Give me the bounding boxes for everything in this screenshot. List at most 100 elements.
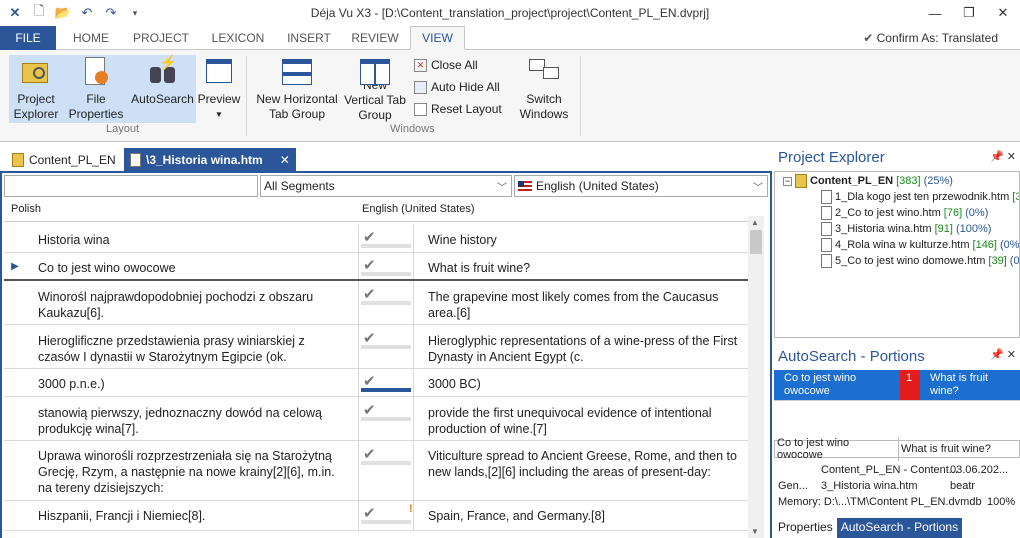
autosearch-result[interactable]: Co to jest wino owocowe 1 What is fruit …: [774, 370, 1020, 400]
restore-button[interactable]: ❐: [952, 0, 986, 26]
status-cell: ✔: [358, 253, 414, 279]
warning-icon: !: [409, 503, 413, 515]
status-cell: ✔!: [358, 501, 414, 530]
tab-home[interactable]: HOME: [62, 26, 120, 50]
tree-file-item[interactable]: 3_Historia wina.htm [91] (100%): [821, 222, 991, 236]
tab-review[interactable]: REVIEW: [344, 26, 406, 50]
ribbon: Project Explorer File Properties ⚡ AutoS…: [0, 50, 1020, 142]
ribbon-tabs: FILE HOME PROJECT LEXICON INSERT REVIEW …: [0, 26, 1020, 50]
status-cell: ✔: [358, 225, 414, 252]
tab-lexicon[interactable]: LEXICON: [202, 26, 274, 50]
close-tab-icon[interactable]: ✕: [280, 153, 290, 167]
tab-autosearch-portions[interactable]: AutoSearch - Portions: [836, 518, 963, 538]
group-separator: [246, 56, 247, 136]
file-properties-button[interactable]: File Properties: [63, 55, 129, 123]
status-cell: ✔: [358, 397, 414, 440]
document-icon: [821, 206, 832, 220]
status-cell: ✔: [358, 325, 414, 368]
scroll-down-icon[interactable]: ▼: [751, 527, 759, 536]
reset-layout-button[interactable]: Reset Layout: [414, 102, 502, 116]
title-bar: ✕ 🗋 📂 ↶ ↷ ▾ Déja Vu X3 - [D:\Content_tra…: [0, 0, 1020, 26]
minimize-button[interactable]: —: [918, 0, 952, 26]
auto-hide-icon: [414, 80, 427, 94]
project-explorer-button[interactable]: Project Explorer: [9, 55, 63, 123]
match-bar: [361, 301, 411, 305]
tab-project[interactable]: PROJECT: [126, 26, 196, 50]
autosearch-target: What is fruit wine?: [920, 370, 1020, 400]
tab-project-document[interactable]: Content_PL_EN: [6, 148, 122, 172]
status-cell: ✔: [358, 369, 414, 396]
tab-file[interactable]: FILE: [0, 26, 56, 50]
tree-file-item[interactable]: 2_Co to jest wino.htm [76] (0%): [821, 206, 988, 220]
autosearch-header: AutoSearch - Portions 📌 ✕: [774, 344, 1020, 368]
scroll-up-icon[interactable]: ▲: [751, 218, 759, 227]
tab-properties[interactable]: Properties: [774, 518, 837, 538]
us-flag-icon: [518, 181, 532, 191]
reset-layout-icon: [414, 102, 427, 116]
current-row-arrow-icon: ▶: [11, 260, 19, 272]
folder-search-icon: [19, 55, 53, 89]
preview-button[interactable]: Preview ▼: [197, 55, 241, 123]
tree-file-item[interactable]: 1_Dla kogo jest ten przewodnik.htm [3: [821, 190, 1019, 204]
match-bar: [361, 388, 411, 392]
windows-group-label: Windows: [390, 123, 435, 135]
target-column-header: English (United States): [362, 203, 475, 215]
match-bar: [361, 417, 411, 421]
document-icon: [821, 254, 832, 268]
close-panel-icon[interactable]: ✕: [1007, 151, 1016, 163]
segment-row[interactable]: Uprawa winorośli rozprzestrzeniała się n…: [4, 441, 748, 501]
pin-icon[interactable]: 📌: [990, 151, 1004, 163]
document-icon: [821, 222, 832, 236]
close-button[interactable]: ✕: [986, 0, 1020, 26]
status-cell: ✔: [358, 441, 414, 500]
window-title: Déja Vu X3 - [D:\Content_translation_pro…: [310, 6, 710, 20]
switch-windows-button[interactable]: Switch Windows: [512, 55, 576, 123]
segment-row[interactable]: Hiszpanii, Francji i Niemiec[8]. ✔! Spai…: [4, 501, 748, 531]
match-bar: [361, 520, 411, 524]
scrollbar-thumb[interactable]: [750, 230, 762, 254]
collapse-icon[interactable]: −: [783, 176, 792, 186]
segments-dropdown[interactable]: All Segments ﹀: [260, 175, 512, 197]
new-vertical-tab-group-button[interactable]: New Vertical Tab Group: [341, 55, 409, 123]
segment-row[interactable]: Hieroglificzne przedstawienia prasy wini…: [4, 325, 748, 369]
chevron-down-icon: ﹀: [753, 183, 763, 194]
close-all-button[interactable]: ✕ Close All: [414, 58, 478, 72]
tab-insert[interactable]: INSERT: [280, 26, 338, 50]
close-panel-icon[interactable]: ✕: [1007, 349, 1016, 361]
document-icon: [821, 238, 832, 252]
filter-input[interactable]: [4, 175, 258, 197]
pin-icon[interactable]: 📌: [990, 349, 1004, 361]
vertical-scrollbar[interactable]: ▲ ▼: [748, 216, 764, 538]
autosearch-count: 1: [900, 370, 920, 400]
translation-editor: All Segments ﹀ English (United States) ﹀…: [0, 171, 772, 538]
source-column-header: Polish: [11, 203, 41, 215]
switch-windows-icon: [527, 55, 561, 89]
segment-row[interactable]: Historia wina ✔ Wine history: [4, 225, 748, 253]
match-bar: [361, 461, 411, 465]
horizontal-split-icon: [280, 55, 314, 89]
tab-active-document[interactable]: \3_Historia wina.htm ✕: [124, 148, 296, 172]
tab-view[interactable]: VIEW: [410, 26, 465, 50]
preview-chevron-icon: ▼: [215, 110, 223, 119]
segment-row[interactable]: stanowią pierwszy, jednoznaczny dowód na…: [4, 397, 748, 441]
segment-row[interactable]: Winorośl najprawdopodobniej pochodzi z o…: [4, 281, 748, 325]
confirm-as-button[interactable]: ✔ Confirm As: Translated: [863, 31, 998, 45]
segment-row-active[interactable]: ▶ Co to jest wino owocowe ✔ What is frui…: [4, 253, 748, 281]
new-horizontal-tab-group-button[interactable]: New Horizontal Tab Group: [254, 55, 340, 123]
preview-window-icon: [202, 55, 236, 89]
auto-hide-all-button[interactable]: Auto Hide All: [414, 80, 500, 94]
autosearch-button[interactable]: ⚡ AutoSearch: [129, 55, 196, 123]
tree-file-item[interactable]: 4_Rola wina w kulturze.htm [146] (0%: [821, 238, 1019, 252]
language-dropdown[interactable]: English (United States) ﹀: [514, 175, 768, 197]
tree-root[interactable]: − Content_PL_EN [383] (25%): [783, 174, 953, 188]
match-bar: [361, 244, 411, 248]
segment-row[interactable]: 3000 p.n.e.) ✔ 3000 BC): [4, 369, 748, 397]
project-icon: [12, 153, 24, 167]
bottom-panel-tabs: Properties AutoSearch - Portions: [774, 518, 1020, 538]
chevron-down-icon: ﹀: [497, 183, 507, 194]
document-icon: [130, 153, 141, 167]
project-icon: [795, 174, 807, 188]
tree-file-item[interactable]: 5_Co to jest wino domowe.htm [39] (0: [821, 254, 1019, 268]
document-icon: [821, 190, 832, 204]
checkmark-icon: ✔: [863, 31, 877, 45]
